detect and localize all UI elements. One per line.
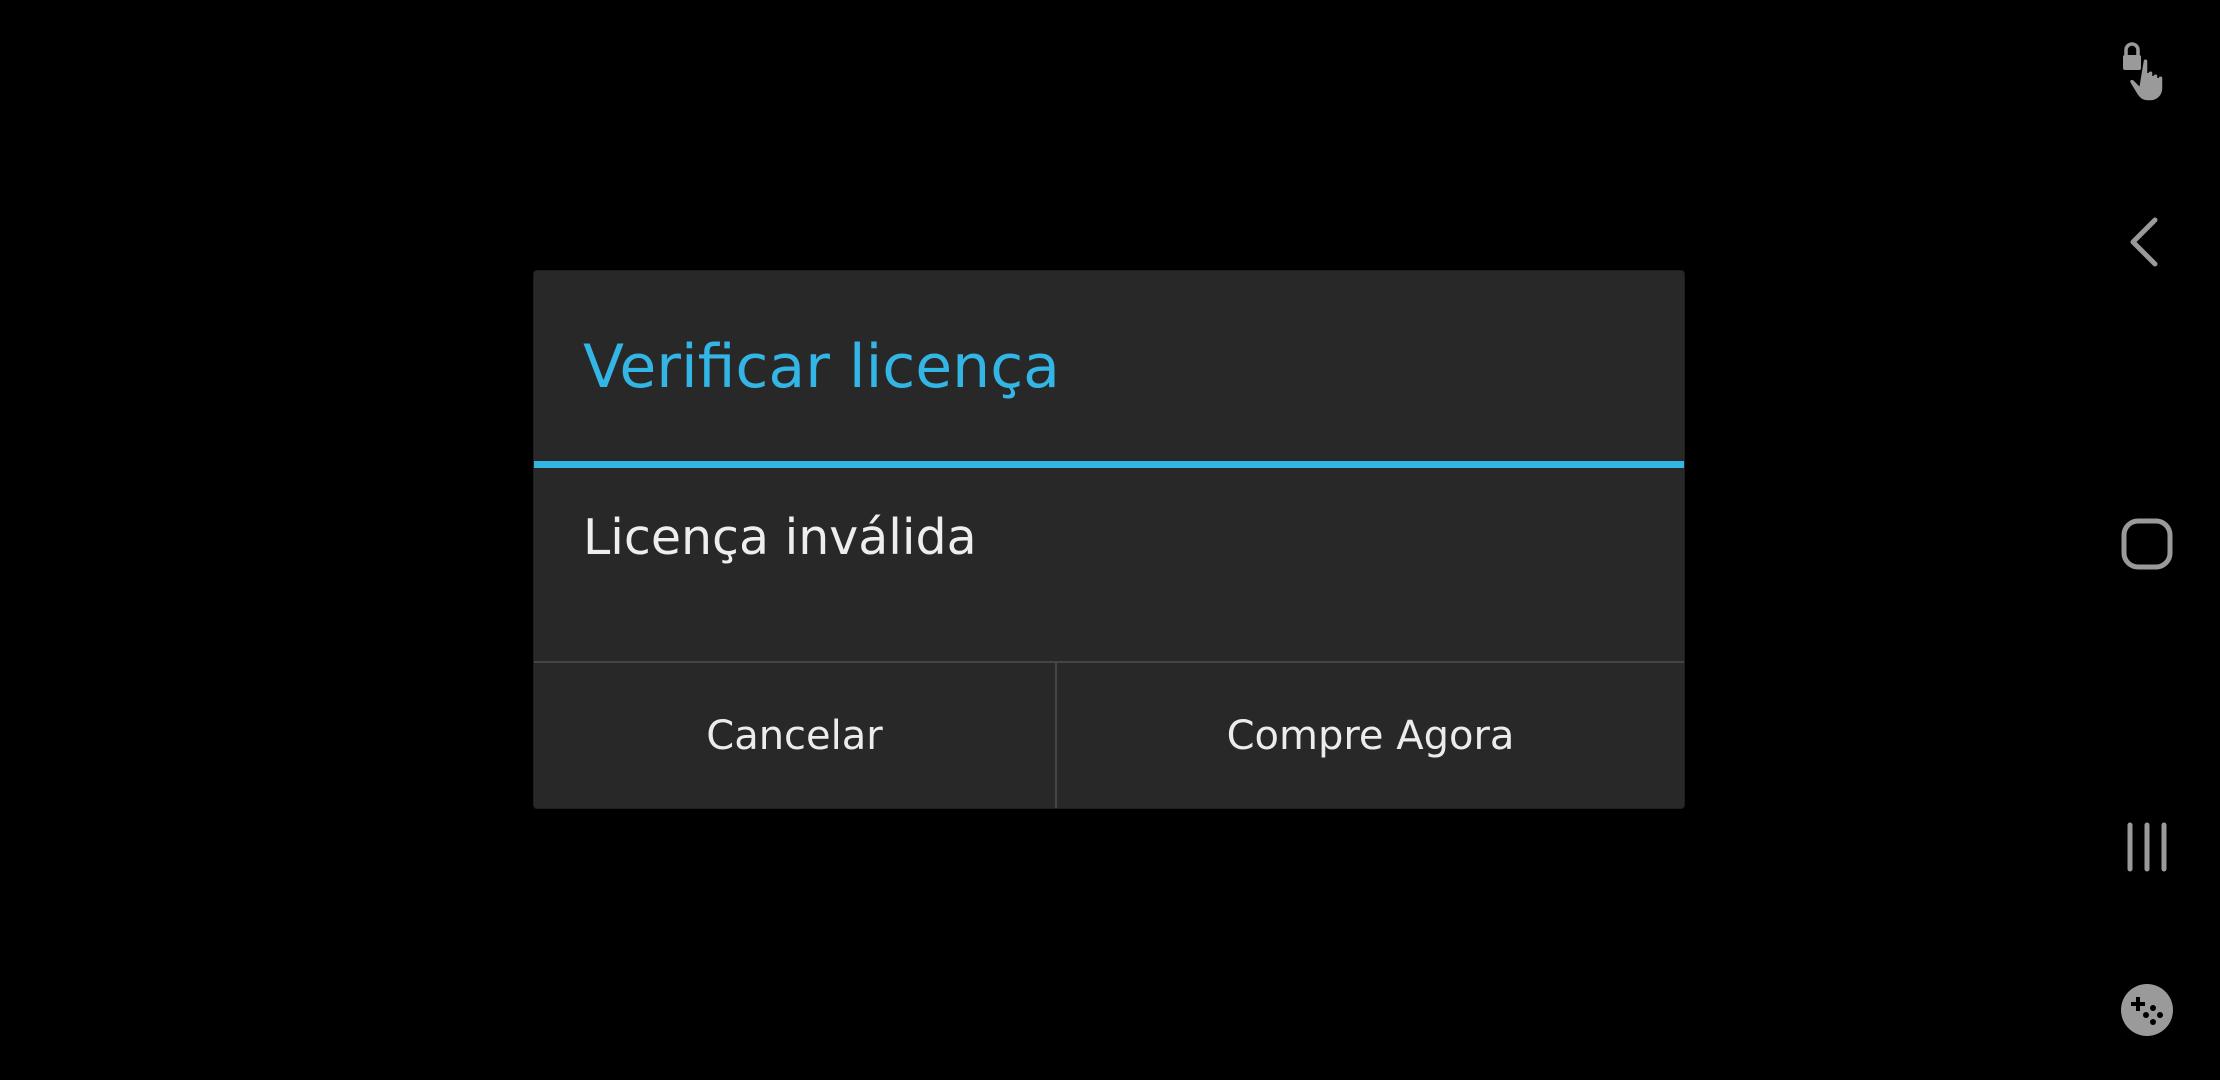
touch-lock-icon[interactable] bbox=[2102, 25, 2192, 115]
dialog-button-bar: Cancelar Compre Agora bbox=[534, 661, 1684, 810]
license-dialog: Verificar licença Licença inválida Cance… bbox=[534, 271, 1684, 808]
buy-now-button[interactable]: Compre Agora bbox=[1057, 663, 1684, 808]
dialog-message: Licença inválida bbox=[583, 509, 977, 566]
title-divider bbox=[534, 461, 1684, 468]
home-icon[interactable] bbox=[2102, 499, 2192, 589]
back-icon[interactable] bbox=[2102, 197, 2192, 287]
cancel-button[interactable]: Cancelar bbox=[534, 663, 1057, 808]
screen: Verificar licença Licença inválida Cance… bbox=[0, 0, 2220, 1080]
game-tools-icon[interactable] bbox=[2102, 965, 2192, 1055]
recents-icon[interactable] bbox=[2102, 802, 2192, 892]
dialog-title: Verificar licença bbox=[583, 332, 1060, 402]
